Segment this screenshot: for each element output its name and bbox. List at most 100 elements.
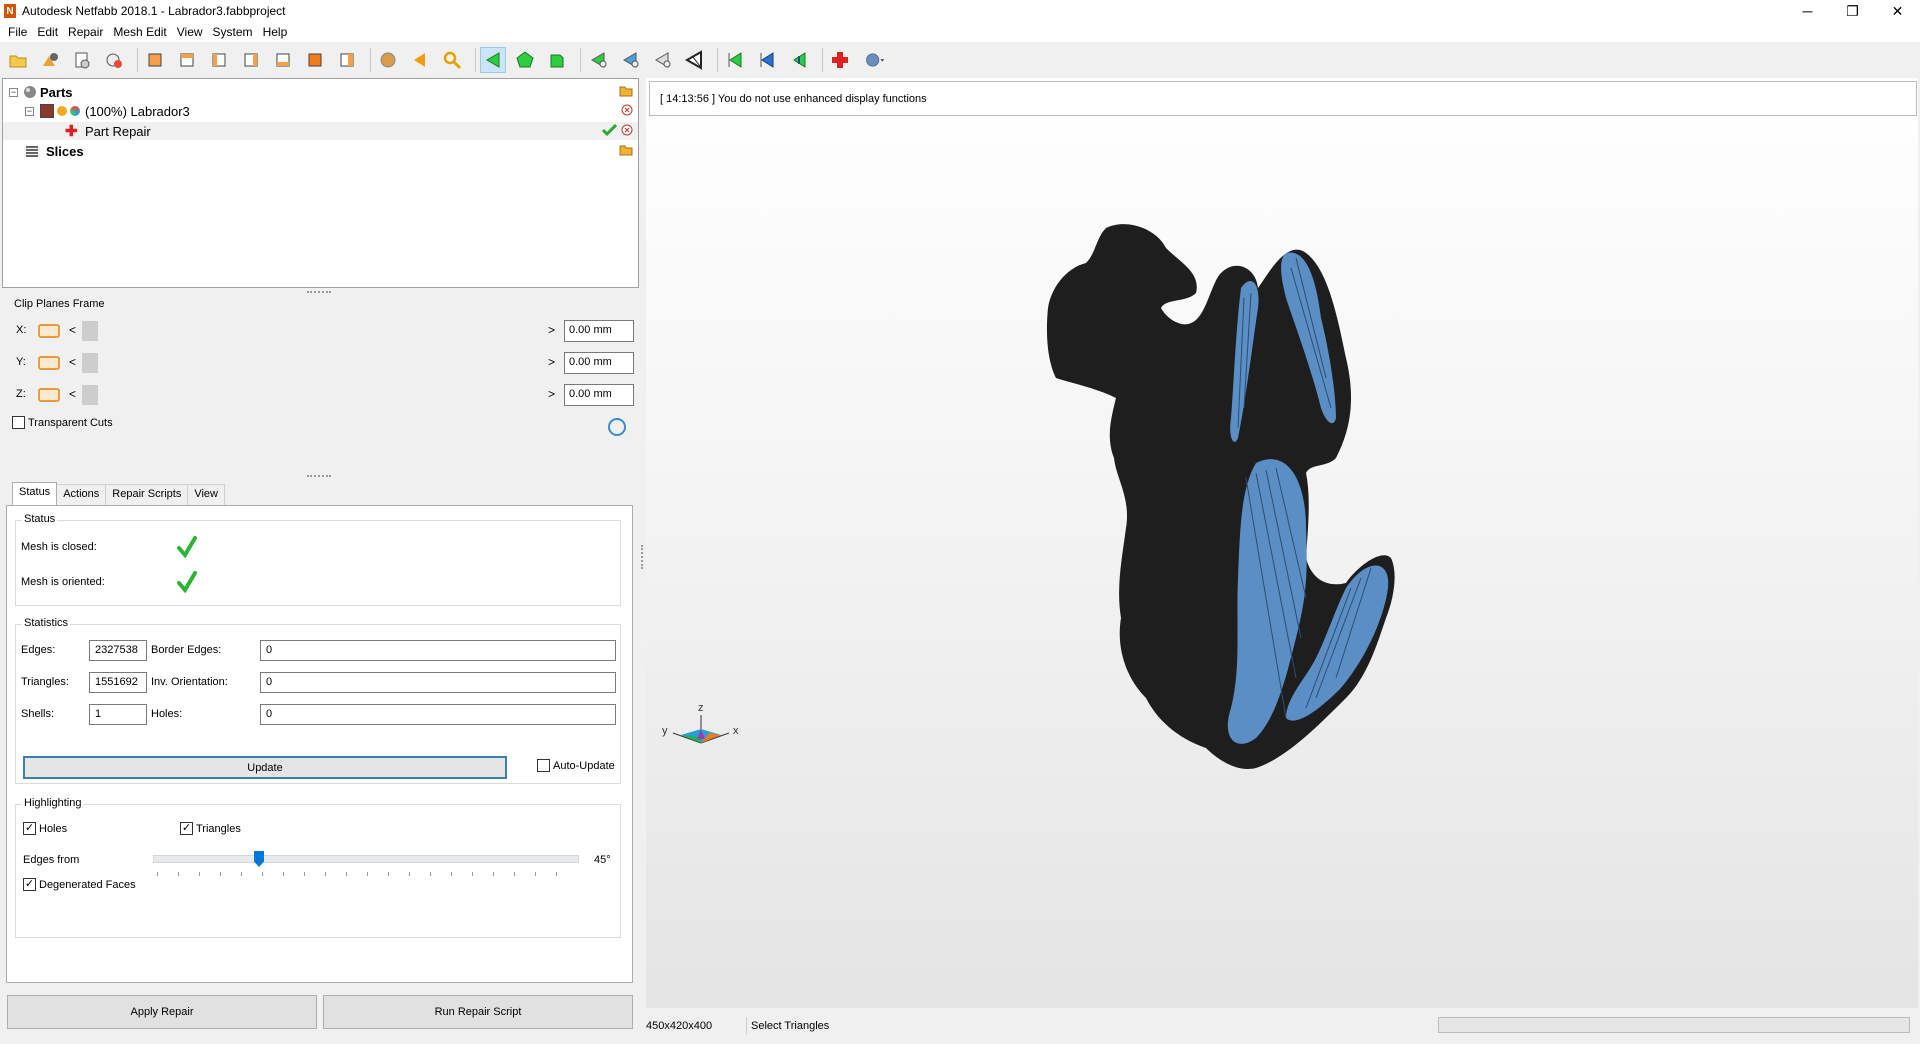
clip-toggle-icon[interactable] (38, 388, 60, 402)
shells-field[interactable]: 1 (89, 704, 147, 725)
tab-actions[interactable]: Actions (56, 484, 107, 506)
select-shell-icon[interactable] (544, 47, 570, 73)
tree-repair-row[interactable]: ✚ Part Repair (3, 122, 638, 140)
transparent-cuts-checkbox[interactable]: Transparent Cuts (12, 416, 113, 429)
shading-icon[interactable] (375, 47, 401, 73)
vertical-splitter[interactable] (641, 545, 644, 569)
brush-icon[interactable] (649, 47, 675, 73)
tree-slices-row[interactable]: Slices (25, 142, 84, 160)
holes-checkbox[interactable]: ✓ Holes (23, 822, 67, 835)
view-iso-icon[interactable] (334, 47, 360, 73)
inv-orientation-field[interactable]: 0 (260, 672, 616, 693)
collapse-icon[interactable]: − (9, 87, 18, 97)
decrease-button[interactable]: < (69, 355, 76, 369)
decrease-button[interactable]: < (69, 323, 76, 337)
open-project-icon[interactable] (5, 47, 31, 73)
run-repair-script-button[interactable]: Run Repair Script (323, 995, 633, 1029)
close-button[interactable]: ✕ (1875, 0, 1920, 22)
open-slices-icon[interactable] (619, 144, 633, 156)
increase-button[interactable]: > (548, 323, 555, 337)
tab-view[interactable]: View (187, 484, 225, 506)
checkbox-checked[interactable]: ✓ (23, 822, 36, 835)
edges-from-slider[interactable] (153, 851, 579, 867)
border-edges-field[interactable]: 0 (260, 640, 616, 661)
cancel-repair-icon[interactable] (621, 124, 633, 136)
select-surface-icon[interactable] (512, 47, 538, 73)
visibility-icon[interactable] (57, 106, 67, 116)
triangles-checkbox[interactable]: ✓ Triangles (180, 822, 241, 835)
zoom-icon[interactable] (439, 47, 465, 73)
view-front-icon[interactable] (142, 47, 168, 73)
increase-button[interactable]: > (548, 387, 555, 401)
minimize-button[interactable]: ─ (1785, 0, 1830, 22)
edges-field[interactable]: 2327538 (89, 640, 147, 661)
checkbox[interactable] (12, 416, 25, 429)
select-triangle-icon[interactable] (480, 47, 506, 73)
color-wheel-icon[interactable] (70, 106, 80, 116)
clip-toggle-icon[interactable] (38, 356, 60, 370)
tab-repair-scripts[interactable]: Repair Scripts (105, 484, 189, 506)
restore-button[interactable]: ❐ (1830, 0, 1875, 22)
clip-toggle-icon[interactable] (38, 324, 60, 338)
menu-mesh-edit[interactable]: Mesh Edit (108, 25, 171, 39)
menu-system[interactable]: System (208, 25, 258, 39)
tab-status[interactable]: Status (12, 482, 58, 506)
tree-part-row[interactable]: − (100%) Labrador3 (25, 102, 190, 120)
clip-slider[interactable] (82, 385, 542, 405)
brush-dark-icon[interactable] (681, 47, 707, 73)
prev-icon[interactable] (407, 47, 433, 73)
print-icon[interactable] (69, 47, 95, 73)
view-top-icon[interactable] (270, 47, 296, 73)
mark-icon[interactable] (722, 47, 748, 73)
mark-blue-icon[interactable] (754, 47, 780, 73)
clip-value-field[interactable]: 0.00 mm (564, 384, 634, 406)
remove-part-icon[interactable] (621, 104, 633, 116)
decrease-button[interactable]: < (69, 387, 76, 401)
menu-file[interactable]: File (3, 25, 32, 39)
degenerated-faces-checkbox[interactable]: ✓ Degenerated Faces (23, 878, 136, 891)
apply-repair-button[interactable]: Apply Repair (7, 995, 317, 1029)
new-icon[interactable] (101, 47, 127, 73)
menu-help[interactable]: Help (258, 25, 293, 39)
open-folder-icon[interactable] (619, 85, 633, 97)
add-part-icon[interactable] (37, 47, 63, 73)
mark-green-icon[interactable] (786, 47, 812, 73)
tree-parts-row[interactable]: − Parts (9, 83, 73, 101)
splitter-handle[interactable] (307, 291, 331, 295)
collapse-icon[interactable]: − (25, 106, 34, 116)
slider-thumb[interactable] (82, 353, 98, 373)
update-button[interactable]: Update (23, 756, 507, 779)
checkbox-checked[interactable]: ✓ (180, 822, 193, 835)
clip-slider[interactable] (82, 321, 542, 341)
menu-edit[interactable]: Edit (32, 25, 63, 39)
menu-view[interactable]: View (172, 25, 208, 39)
holes-checkbox-label: Holes (39, 822, 68, 835)
labrador-mesh[interactable]: z y x (646, 78, 1918, 1008)
auto-update-checkbox[interactable]: Auto-Update (537, 759, 615, 772)
checkbox-checked[interactable]: ✓ (23, 878, 36, 891)
select-planar-icon[interactable] (617, 47, 643, 73)
slider-thumb[interactable] (82, 321, 98, 341)
view-left-icon[interactable] (206, 47, 232, 73)
triangles-field[interactable]: 1551692 (89, 672, 147, 693)
clip-value-field[interactable]: 0.00 mm (564, 320, 634, 342)
3d-viewport[interactable]: [ 14:13:56 ] You do not use enhanced dis… (646, 78, 1918, 1008)
splitter-handle[interactable] (307, 475, 331, 479)
view-bottom-icon[interactable] (302, 47, 328, 73)
view-back-icon[interactable] (174, 47, 200, 73)
slider-thumb[interactable] (82, 385, 98, 405)
highlighting-group: Highlighting (15, 797, 621, 938)
apply-check-icon[interactable] (601, 123, 617, 137)
increase-button[interactable]: > (548, 355, 555, 369)
reset-icon[interactable] (608, 418, 626, 436)
select-plane-icon[interactable] (585, 47, 611, 73)
repair-icon[interactable] (827, 47, 853, 73)
part-color-icon[interactable] (40, 104, 54, 118)
view-right-icon[interactable] (238, 47, 264, 73)
clip-value-field[interactable]: 0.00 mm (564, 352, 634, 374)
checkbox[interactable] (537, 759, 550, 772)
help-icon[interactable] (859, 47, 891, 73)
clip-slider[interactable] (82, 353, 542, 373)
holes-field[interactable]: 0 (260, 704, 616, 725)
menu-repair[interactable]: Repair (63, 25, 108, 39)
